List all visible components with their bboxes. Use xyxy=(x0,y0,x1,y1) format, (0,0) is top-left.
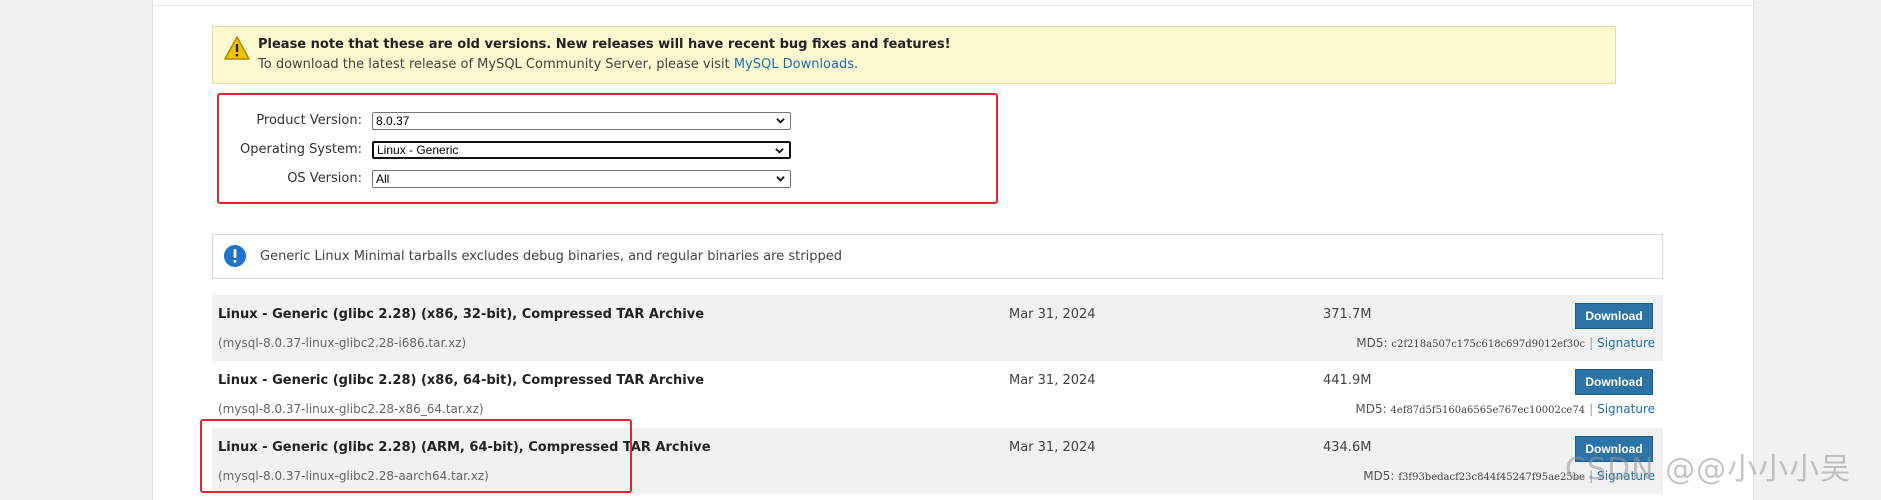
mysql-downloads-link[interactable]: MySQL Downloads xyxy=(734,57,854,72)
checksum-line: MD5: 4ef87d5f5160a6565e767ec10002ce74 | Si… xyxy=(1355,402,1655,416)
warning-icon xyxy=(224,36,250,60)
separator: | xyxy=(1589,336,1594,350)
notice-body: To download the latest release of MySQL … xyxy=(258,57,734,72)
file-size: 371.7M xyxy=(1323,307,1372,322)
download-button[interactable]: Download xyxy=(1575,303,1653,329)
release-date: Mar 31, 2024 xyxy=(1009,307,1096,322)
md5-hash: c2f218a507c175c618c697d9012ef30c xyxy=(1391,339,1586,350)
package-title: Linux - Generic (glibc 2.28) (x86, 64-bi… xyxy=(218,373,705,388)
top-divider xyxy=(153,5,1753,6)
release-date: Mar 31, 2024 xyxy=(1009,373,1096,388)
notice-suffix: . xyxy=(854,57,859,72)
release-date: Mar 31, 2024 xyxy=(1009,440,1096,455)
package-title: Linux - Generic (glibc 2.28) (x86, 32-bi… xyxy=(218,307,705,322)
md5-label: MD5: xyxy=(1355,402,1387,416)
highlight-box-selectors xyxy=(217,93,998,204)
notice-title: Please note that these are old versions.… xyxy=(258,37,951,52)
download-row: Linux - Generic (glibc 2.28) (x86, 64-bi… xyxy=(212,361,1663,427)
highlight-box-arm-row xyxy=(200,419,632,493)
download-row: Linux - Generic (glibc 2.28) (x86, 32-bi… xyxy=(212,295,1663,361)
package-filename: (mysql-8.0.37-linux-glibc2.28-x86_64.tar… xyxy=(218,402,484,416)
separator: | xyxy=(1589,402,1594,416)
download-button[interactable]: Download xyxy=(1575,369,1653,395)
info-icon xyxy=(224,245,246,267)
md5-hash: f3f93bedacf23c844f45247f95ae25be xyxy=(1398,472,1586,483)
notice-text: To download the latest release of MySQL … xyxy=(258,57,858,72)
file-size: 441.9M xyxy=(1323,373,1372,388)
package-filename: (mysql-8.0.37-linux-glibc2.28-i686.tar.x… xyxy=(218,336,467,350)
info-message: Generic Linux Minimal tarballs excludes … xyxy=(212,234,1663,279)
checksum-line: MD5: c2f218a507c175c618c697d9012ef30c | Si… xyxy=(1356,336,1655,350)
signature-link[interactable]: Signature xyxy=(1597,336,1655,350)
info-text: Generic Linux Minimal tarballs excludes … xyxy=(260,249,842,264)
watermark: CSDN @@小小小吴 xyxy=(1565,452,1852,487)
md5-hash: 4ef87d5f5160a6565e767ec10002ce74 xyxy=(1390,405,1586,416)
old-versions-notice: Please note that these are old versions.… xyxy=(212,26,1616,84)
file-size: 434.6M xyxy=(1323,440,1372,455)
md5-label: MD5: xyxy=(1363,469,1395,483)
signature-link[interactable]: Signature xyxy=(1597,402,1655,416)
md5-label: MD5: xyxy=(1356,336,1388,350)
